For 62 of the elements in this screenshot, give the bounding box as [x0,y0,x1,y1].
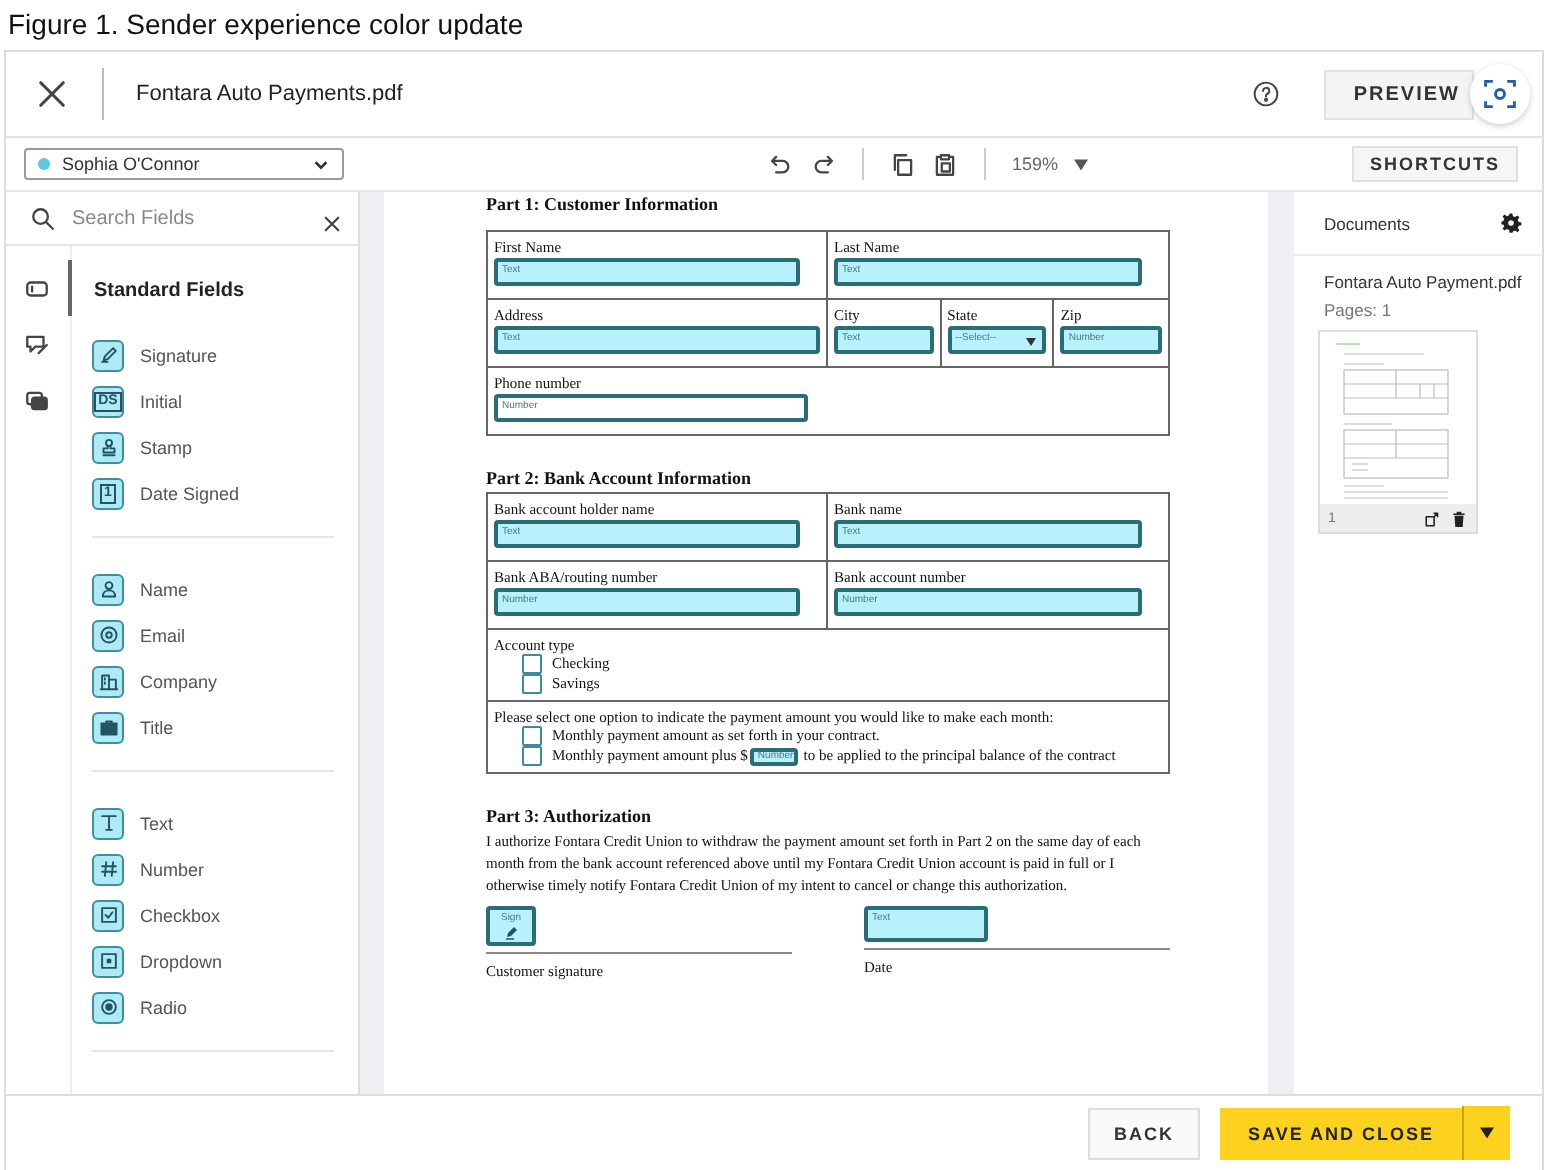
section-heading: Part 1: Customer Information [486,194,721,214]
checkbox[interactable] [522,746,542,766]
field-list-item[interactable]: Stamp [92,424,334,470]
checkbox[interactable] [522,654,542,674]
caret-icon [1480,1126,1494,1140]
search-field[interactable]: Search Fields [72,207,306,229]
recipient-dropdown[interactable]: Sophia O'Connor [24,148,344,180]
caret-icon [1074,157,1089,171]
figure-caption: Figure 1. Sender experience color update [6,6,526,44]
checkbox[interactable] [522,674,542,694]
hash-icon [92,853,124,885]
redo-icon[interactable] [809,151,836,177]
back-button[interactable]: BACK [1087,1107,1200,1159]
field-list-item[interactable]: Email [92,612,334,658]
paste-icon[interactable] [931,151,958,177]
copy-icon[interactable] [889,151,916,177]
shortcuts-button[interactable]: SHORTCUTS [1352,146,1518,182]
settings-icon[interactable] [1500,212,1522,234]
file-name: Fontara Auto Payments.pdf [136,82,405,106]
save-and-close-button[interactable]: SAVE AND CLOSE [1219,1107,1462,1159]
checkbox[interactable] [522,726,542,746]
close-icon[interactable] [34,76,70,112]
panel-title: Documents [1324,213,1410,233]
field-list-item[interactable]: Checkbox [92,892,334,938]
chevron-icon [312,155,330,173]
checkbox-icon [92,899,124,931]
stamp-icon [92,431,124,463]
pen-icon [503,924,519,940]
section-heading: Part 2: Bank Account Information [486,468,753,488]
search-icon [30,205,56,231]
panel-title: Standard Fields [94,280,247,302]
section-heading: Part 3: Authorization [486,806,653,826]
document-name[interactable]: Fontara Auto Payment.pdf [1294,256,1542,292]
caret-icon [1026,338,1037,346]
signing-icon [24,331,50,357]
pen-icon [92,339,124,371]
building-icon [92,665,124,697]
field-list-item[interactable]: Number [92,846,334,892]
field-list-item[interactable]: Name [92,566,334,612]
scan-icon[interactable] [1470,64,1530,124]
preview-button[interactable]: PREVIEW [1323,69,1474,119]
save-options-button[interactable] [1462,1106,1510,1160]
dropdown-icon [92,945,124,977]
trash-icon[interactable] [1450,509,1468,527]
zoom-dropdown[interactable]: 159% [1011,154,1089,174]
at-sign-icon [92,619,124,651]
help-icon[interactable] [1251,80,1280,108]
field-list-item[interactable]: Dropdown [92,938,334,984]
page-count: Pages: 1 [1322,298,1394,320]
undo-icon[interactable] [767,151,794,177]
field-list-item[interactable]: Signature [92,332,334,378]
radio-icon [92,991,124,1023]
text-icon [92,807,124,839]
field-list-item[interactable]: Company [92,658,334,704]
briefcase-icon [92,711,124,743]
field-list-item[interactable]: Title [92,704,334,750]
person-icon [92,573,124,605]
field-list-item[interactable]: Text [92,800,334,846]
field-icon [24,275,50,301]
field-list-item[interactable]: Radio [92,984,334,1030]
comments-icon [24,387,50,413]
rotate-icon[interactable] [1424,509,1442,527]
